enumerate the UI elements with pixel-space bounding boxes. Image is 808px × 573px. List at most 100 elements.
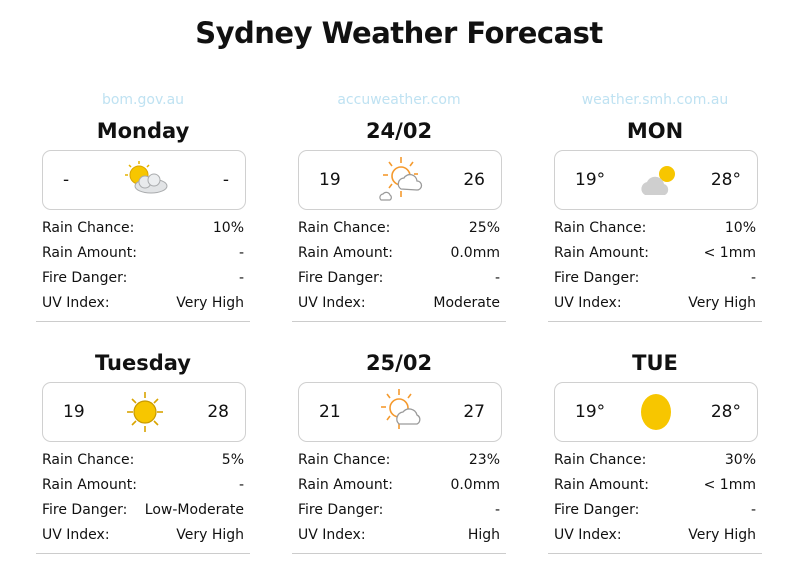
divider bbox=[292, 553, 506, 554]
uv-index-label: UV Index: bbox=[554, 295, 622, 311]
uv-index-row: UV Index: Very High bbox=[554, 291, 756, 316]
max-temp: - bbox=[222, 170, 229, 190]
temperature-box: 19 28 bbox=[42, 382, 246, 442]
max-temp: 28° bbox=[710, 170, 741, 190]
uv-index-label: UV Index: bbox=[554, 527, 622, 543]
details-list: Rain Chance: 10% Rain Amount: < 1mm Fire… bbox=[554, 216, 756, 316]
day-title: Monday bbox=[96, 119, 190, 143]
rain-chance-row: Rain Chance: 23% bbox=[298, 448, 500, 473]
uv-index-value: Moderate bbox=[433, 295, 500, 311]
rain-chance-label: Rain Chance: bbox=[42, 220, 135, 236]
rain-amount-row: Rain Amount: - bbox=[42, 241, 244, 266]
details-list: Rain Chance: 25% Rain Amount: 0.0mm Fire… bbox=[298, 216, 500, 316]
uv-index-row: UV Index: Very High bbox=[42, 523, 244, 548]
rain-chance-row: Rain Chance: 30% bbox=[554, 448, 756, 473]
rain-amount-label: Rain Amount: bbox=[42, 245, 137, 261]
min-temp: 19° bbox=[575, 402, 606, 422]
rain-chance-row: Rain Chance: 10% bbox=[42, 216, 244, 241]
rain-chance-value: 10% bbox=[212, 220, 244, 236]
divider bbox=[292, 321, 506, 322]
rain-amount-value: 0.0mm bbox=[450, 477, 500, 493]
uv-index-value: Very High bbox=[176, 295, 244, 311]
uv-index-value: Very High bbox=[688, 295, 756, 311]
day-title: 25/02 bbox=[365, 351, 433, 375]
fire-danger-label: Fire Danger: bbox=[554, 502, 640, 518]
uv-index-row: UV Index: Very High bbox=[42, 291, 244, 316]
sun-cloud-outline-icon bbox=[381, 389, 421, 429]
rain-amount-label: Rain Amount: bbox=[554, 477, 649, 493]
fire-danger-row: Fire Danger: - bbox=[298, 266, 500, 291]
day-card: MON 19° 28° Rain Chance: 10% Rain Amount… bbox=[548, 116, 762, 322]
fire-danger-row: Fire Danger: - bbox=[42, 266, 244, 291]
min-temp: - bbox=[63, 170, 70, 190]
fire-danger-row: Fire Danger: Low-Moderate bbox=[42, 498, 244, 523]
fire-danger-value: - bbox=[494, 270, 500, 286]
day-card: Monday - - Rain Chance: 10% Rain Amount:… bbox=[36, 116, 250, 322]
rain-amount-label: Rain Amount: bbox=[42, 477, 137, 493]
day-title: TUE bbox=[632, 351, 678, 375]
rain-amount-value: 0.0mm bbox=[450, 245, 500, 261]
rain-chance-label: Rain Chance: bbox=[42, 452, 135, 468]
rain-chance-label: Rain Chance: bbox=[298, 452, 391, 468]
fire-danger-label: Fire Danger: bbox=[298, 502, 384, 518]
rain-amount-value: < 1mm bbox=[703, 245, 756, 261]
rain-chance-label: Rain Chance: bbox=[554, 220, 647, 236]
uv-index-value: High bbox=[467, 527, 500, 543]
fire-danger-label: Fire Danger: bbox=[42, 502, 128, 518]
details-list: Rain Chance: 10% Rain Amount: - Fire Dan… bbox=[42, 216, 244, 316]
sun-icon bbox=[641, 394, 671, 430]
cloud-sun-icon bbox=[641, 166, 675, 195]
fire-danger-row: Fire Danger: - bbox=[554, 266, 756, 291]
source-link[interactable]: weather.smh.com.au bbox=[548, 92, 762, 108]
source-link[interactable]: accuweather.com bbox=[292, 92, 506, 108]
temperature-box: 19 26 bbox=[298, 150, 502, 210]
uv-index-label: UV Index: bbox=[42, 527, 110, 543]
temperature-box: 19° 28° bbox=[554, 382, 758, 442]
rain-chance-value: 5% bbox=[221, 452, 244, 468]
uv-index-label: UV Index: bbox=[298, 295, 366, 311]
uv-index-label: UV Index: bbox=[42, 295, 110, 311]
fire-danger-label: Fire Danger: bbox=[554, 270, 640, 286]
uv-index-value: Very High bbox=[176, 527, 244, 543]
rain-chance-label: Rain Chance: bbox=[554, 452, 647, 468]
rain-amount-label: Rain Amount: bbox=[298, 477, 393, 493]
min-temp: 21 bbox=[319, 402, 341, 422]
rain-amount-row: Rain Amount: - bbox=[42, 473, 244, 498]
temperature-box: 21 27 bbox=[298, 382, 502, 442]
fire-danger-value: - bbox=[494, 502, 500, 518]
rain-chance-row: Rain Chance: 25% bbox=[298, 216, 500, 241]
sunny-icon bbox=[127, 392, 163, 432]
rain-chance-row: Rain Chance: 10% bbox=[554, 216, 756, 241]
rain-chance-value: 25% bbox=[468, 220, 500, 236]
rain-chance-value: 30% bbox=[724, 452, 756, 468]
max-temp: 28° bbox=[710, 402, 741, 422]
day-title: MON bbox=[626, 119, 684, 143]
uv-index-row: UV Index: Moderate bbox=[298, 291, 500, 316]
fire-danger-value: - bbox=[750, 502, 756, 518]
rain-amount-label: Rain Amount: bbox=[298, 245, 393, 261]
rain-amount-label: Rain Amount: bbox=[554, 245, 649, 261]
max-temp: 28 bbox=[207, 402, 229, 422]
day-card: Tuesday 19 28 Rain Chance: 5% Rain Amoun… bbox=[36, 348, 250, 554]
max-temp: 26 bbox=[463, 170, 485, 190]
rain-amount-row: Rain Amount: < 1mm bbox=[554, 473, 756, 498]
rain-amount-value: < 1mm bbox=[703, 477, 756, 493]
partly-cloudy-icon bbox=[125, 161, 168, 194]
details-list: Rain Chance: 23% Rain Amount: 0.0mm Fire… bbox=[298, 448, 500, 548]
min-temp: 19° bbox=[575, 170, 606, 190]
day-title: Tuesday bbox=[95, 351, 191, 375]
rain-amount-value: - bbox=[238, 477, 244, 493]
day-title: 24/02 bbox=[365, 119, 433, 143]
fire-danger-label: Fire Danger: bbox=[42, 270, 128, 286]
min-temp: 19 bbox=[63, 402, 85, 422]
page-title: Sydney Weather Forecast bbox=[195, 16, 603, 50]
rain-amount-row: Rain Amount: 0.0mm bbox=[298, 241, 500, 266]
rain-amount-value: - bbox=[238, 245, 244, 261]
temperature-box: 19° 28° bbox=[554, 150, 758, 210]
details-list: Rain Chance: 5% Rain Amount: - Fire Dang… bbox=[42, 448, 244, 548]
temperature-box: - - bbox=[42, 150, 246, 210]
day-card: TUE 19° 28° Rain Chance: 30% Rain Amount… bbox=[548, 348, 762, 554]
day-card: 24/02 19 26 Rain Chance: 25% Rain Amount… bbox=[292, 116, 506, 322]
source-link[interactable]: bom.gov.au bbox=[36, 92, 250, 108]
divider bbox=[36, 553, 250, 554]
